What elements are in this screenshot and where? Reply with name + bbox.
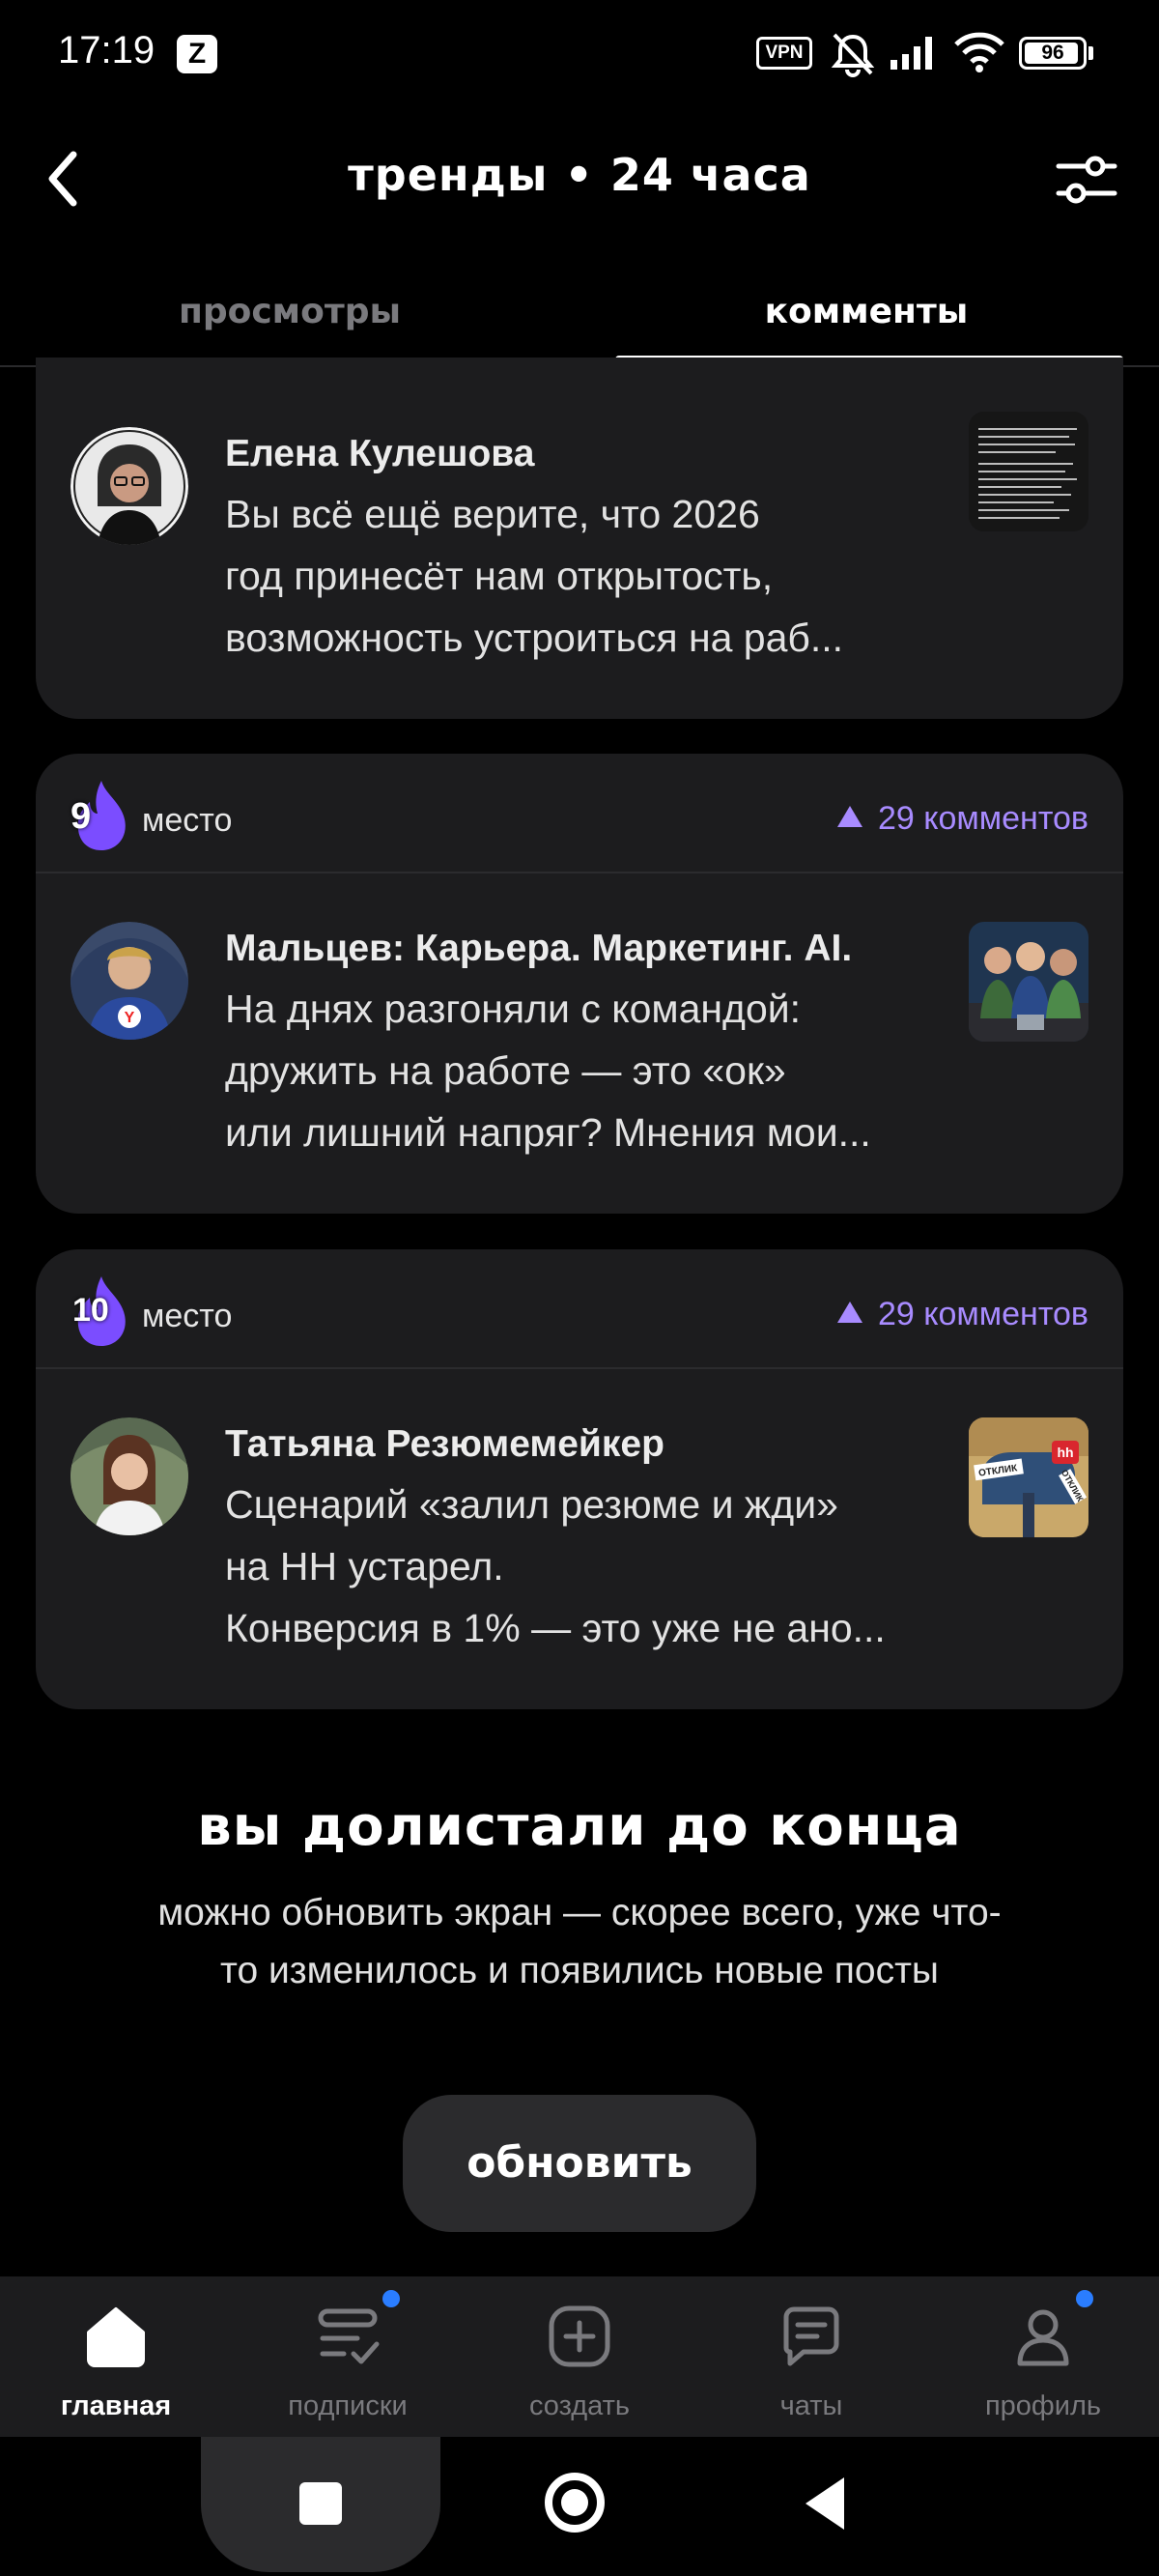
avatar — [71, 427, 188, 545]
nav-create[interactable]: создать — [464, 2276, 695, 2437]
tab-views[interactable]: просмотры — [39, 292, 541, 331]
app-notification-icon: Z — [177, 35, 217, 73]
post-thumbnail: hh ОТКЛИК ОТКЛИК — [969, 1417, 1088, 1537]
nav-label: подписки — [288, 2390, 408, 2421]
trend-card: 9 место 29 комментов Y Мальцев: Карьера.… — [36, 754, 1123, 1214]
nav-label: главная — [60, 2390, 172, 2421]
muted-bell-icon — [831, 33, 875, 77]
system-navigation-bar — [0, 2437, 1159, 2576]
chat-icon — [783, 2306, 839, 2366]
home-circle-icon[interactable] — [545, 2473, 605, 2533]
nav-subscriptions[interactable]: подписки — [232, 2276, 464, 2437]
battery-tip — [1088, 46, 1093, 60]
subscriptions-icon — [318, 2308, 380, 2364]
post-author: Елена Кулешова — [225, 433, 535, 474]
place-label: место — [142, 1298, 233, 1334]
post-text-line: Сценарий «залил резюме и жди» — [225, 1482, 838, 1527]
avatar: Y — [71, 922, 188, 1040]
post-text-line: возможность устроиться на раб... — [225, 615, 844, 660]
post-thumbnail — [969, 412, 1088, 531]
status-time: 17:19 — [58, 29, 155, 72]
end-of-feed-title: вы долистали до конца — [197, 1795, 962, 1858]
comments-count-text: 29 комментов — [877, 800, 1088, 837]
trend-card: Елена Кулешова Вы всё ещё верите, что 20… — [36, 358, 1123, 719]
end-of-feed-subtitle-line: то изменилось и появились новые посты — [220, 1950, 939, 1991]
end-of-feed-subtitle-line: можно обновить экран — скорее всего, уже… — [157, 1892, 1002, 1933]
comments-count-text: 29 комментов — [877, 1296, 1088, 1332]
vpn-icon: VPN — [756, 37, 812, 70]
nav-chats[interactable]: чаты — [695, 2276, 927, 2437]
post-text-line: на НН устарел. — [225, 1544, 504, 1589]
nav-profile[interactable]: профиль — [927, 2276, 1159, 2437]
thumb-text: hh — [1057, 1445, 1073, 1460]
post-item[interactable]: Y Мальцев: Карьера. Маркетинг. AI. На дн… — [36, 873, 1123, 1214]
wifi-icon — [954, 32, 1004, 72]
home-icon — [87, 2307, 145, 2367]
post-text-line: Вы всё ещё верите, что 2026 — [225, 492, 760, 536]
rank-number: 10 — [72, 1292, 109, 1329]
place-label: место — [142, 802, 233, 839]
nav-label: профиль — [984, 2390, 1102, 2421]
notification-dot — [382, 2290, 400, 2307]
battery-icon: 96 — [1019, 37, 1087, 70]
back-triangle-icon[interactable] — [806, 2477, 844, 2530]
svg-text:Y: Y — [125, 1010, 135, 1026]
recents-square-icon[interactable] — [299, 2482, 342, 2525]
post-text: Сценарий «залил резюме и жди» на НН уста… — [225, 1474, 978, 1659]
post-text-line: Конверсия в 1% — это уже не ано... — [225, 1606, 886, 1650]
post-text: На днях разгоняли с командой: дружить на… — [225, 978, 978, 1163]
trend-card-header: 10 место 29 комментов — [36, 1249, 1123, 1369]
signal-icon — [890, 37, 932, 70]
avatar — [71, 1417, 188, 1535]
notification-dot — [1076, 2290, 1093, 2307]
top-bar: тренды • 24 часа — [0, 106, 1159, 251]
create-plus-icon — [549, 2305, 610, 2367]
post-thumbnail — [969, 922, 1088, 1042]
trend-card: 10 место 29 комментов Татьяна Резюмемейк… — [36, 1249, 1123, 1709]
nav-home[interactable]: главная — [0, 2276, 232, 2437]
up-triangle-icon — [836, 806, 862, 827]
post-text-line: дружить на работе — это «ок» — [225, 1048, 786, 1093]
filter-settings-icon[interactable] — [1053, 151, 1120, 209]
page-title: тренды • 24 часа — [348, 149, 811, 201]
post-item[interactable]: Елена Кулешова Вы всё ещё верите, что 20… — [36, 358, 1123, 719]
post-author: Татьяна Резюмемейкер — [225, 1423, 664, 1465]
post-text-line: На днях разгоняли с командой: — [225, 987, 802, 1031]
tab-comments[interactable]: комменты — [615, 292, 1117, 331]
post-author: Мальцев: Карьера. Маркетинг. AI. — [225, 928, 853, 969]
nav-label: чаты — [779, 2390, 843, 2421]
battery-level: 96 — [1041, 42, 1064, 64]
tab-bar: просмотры комменты — [0, 280, 1159, 367]
trend-card-header: 9 место 29 комментов — [36, 754, 1123, 873]
profile-icon — [1017, 2309, 1069, 2366]
comments-count: 29 комментов — [836, 1296, 1088, 1333]
status-bar: 17:19 Z VPN 96 — [0, 0, 1159, 106]
up-triangle-icon — [836, 1302, 862, 1323]
post-text-line: год принесёт нам открытость, — [225, 554, 774, 598]
post-text: Вы всё ещё верите, что 2026 год принесёт… — [225, 483, 978, 669]
rank-number: 9 — [71, 796, 92, 837]
refresh-button[interactable]: обновить — [403, 2095, 756, 2232]
bottom-navigation: главная подписки создать чаты профиль — [0, 2276, 1159, 2437]
post-item[interactable]: Татьяна Резюмемейкер Сценарий «залил рез… — [36, 1369, 1123, 1709]
post-text-line: или лишний напряг? Мнения мои... — [225, 1110, 871, 1155]
end-of-feed-subtitle: можно обновить экран — скорее всего, уже… — [58, 1884, 1101, 2000]
nav-label: создать — [528, 2390, 631, 2421]
comments-count: 29 комментов — [836, 800, 1088, 838]
